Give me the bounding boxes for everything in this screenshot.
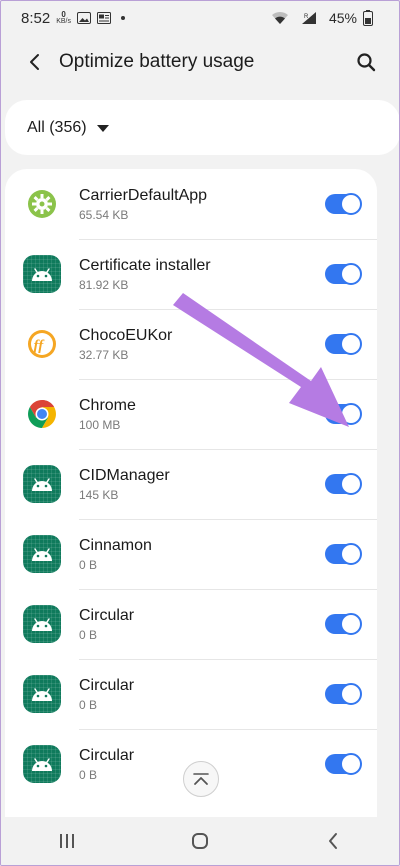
android-icon <box>23 535 61 573</box>
recent-apps-button[interactable] <box>37 821 97 861</box>
android-icon <box>23 465 61 503</box>
chrome-icon <box>23 395 61 433</box>
dropdown-caret-icon <box>96 125 109 132</box>
network-speed-unit: KB/s <box>56 18 71 25</box>
svg-text:R: R <box>304 14 309 20</box>
list-item[interactable]: Certificate installer 81.92 KB <box>5 239 377 309</box>
battery-percent: 45% <box>328 10 357 26</box>
battery-optimize-toggle[interactable] <box>325 613 362 635</box>
signal-icon: R <box>301 11 317 25</box>
list-item[interactable]: Circular 0 B <box>5 589 377 659</box>
chevron-up-icon <box>193 773 209 785</box>
battery-optimize-toggle[interactable] <box>325 473 362 495</box>
page-title: Optimize battery usage <box>59 51 255 72</box>
back-nav-icon <box>328 833 337 849</box>
network-speed-value: 0 <box>61 10 66 19</box>
app-size: 0 B <box>79 697 98 712</box>
battery-icon <box>363 10 373 26</box>
app-name: Circular <box>79 606 135 624</box>
home-icon <box>191 833 208 849</box>
app-text: CarrierDefaultApp 65.54 KB <box>79 186 325 223</box>
back-button[interactable] <box>19 47 49 77</box>
list-item[interactable]: Cinnamon 0 B <box>5 519 377 589</box>
back-arrow-icon <box>30 54 39 70</box>
android-icon <box>23 255 61 293</box>
android-icon <box>23 605 61 643</box>
app-text: Circular 0 B <box>79 606 325 643</box>
wifi-icon <box>271 11 289 25</box>
battery-optimize-toggle[interactable] <box>325 753 362 775</box>
app-text: Certificate installer 81.92 KB <box>79 256 325 293</box>
app-text: ChocoEUKor 32.77 KB <box>79 326 325 363</box>
filter-dropdown[interactable]: All (356) <box>5 100 399 155</box>
battery-optimize-toggle[interactable] <box>325 683 362 705</box>
app-name: Circular <box>79 676 135 694</box>
app-name: Chrome <box>79 396 136 414</box>
gallery-icon <box>77 12 91 24</box>
choco-font-icon: ff <box>23 325 61 363</box>
battery-optimize-toggle[interactable] <box>325 193 362 215</box>
app-size: 145 KB <box>79 487 119 502</box>
status-right: R 45% <box>271 10 379 26</box>
status-time: 8:52 <box>21 9 51 27</box>
app-list: CarrierDefaultApp 65.54 KB Certificate i… <box>5 169 377 819</box>
search-button[interactable] <box>351 47 381 77</box>
list-item[interactable]: CIDManager 145 KB <box>5 449 377 519</box>
notification-dot-icon <box>121 16 125 20</box>
app-size: 65.54 KB <box>79 207 129 222</box>
news-icon <box>97 12 111 24</box>
app-name: CarrierDefaultApp <box>79 186 208 204</box>
battery-optimize-toggle[interactable] <box>325 333 362 355</box>
navigation-bar <box>1 817 399 865</box>
app-size: 32.77 KB <box>79 347 129 362</box>
app-size: 81.92 KB <box>79 277 129 292</box>
app-bar: Optimize battery usage <box>1 35 399 89</box>
list-item[interactable]: Circular 0 B <box>5 659 377 729</box>
android-icon <box>23 745 61 783</box>
network-speed: 0 KB/s <box>56 10 71 26</box>
recent-apps-icon <box>60 834 75 848</box>
list-item[interactable]: CarrierDefaultApp 65.54 KB <box>5 169 377 239</box>
app-text: Cinnamon 0 B <box>79 536 325 573</box>
app-size: 0 B <box>79 627 98 642</box>
app-text: Chrome 100 MB <box>79 396 325 433</box>
list-item[interactable]: Chrome 100 MB <box>5 379 377 449</box>
android-icon <box>23 675 61 713</box>
filter-selected-value: All (356) <box>27 118 87 136</box>
carrier-gear-icon <box>23 185 61 223</box>
app-name: ChocoEUKor <box>79 326 173 344</box>
scroll-to-top-button[interactable] <box>183 761 219 797</box>
app-text: Circular 0 B <box>79 676 325 713</box>
app-text: CIDManager 145 KB <box>79 466 325 503</box>
battery-optimize-toggle[interactable] <box>325 543 362 565</box>
app-size: 0 B <box>79 557 98 572</box>
home-button[interactable] <box>170 821 230 861</box>
app-size: 100 MB <box>79 417 121 432</box>
app-name: Certificate installer <box>79 256 211 274</box>
app-name: CIDManager <box>79 466 170 484</box>
list-item[interactable]: ff ChocoEUKor 32.77 KB <box>5 309 377 379</box>
status-bar: 8:52 0 KB/s R 45% <box>1 1 399 35</box>
battery-optimize-toggle[interactable] <box>325 403 362 425</box>
app-name: Cinnamon <box>79 536 152 554</box>
back-nav-button[interactable] <box>303 821 363 861</box>
phone-screen: 8:52 0 KB/s R 45% Optimize battery usage… <box>0 0 400 866</box>
battery-optimize-toggle[interactable] <box>325 263 362 285</box>
search-icon <box>357 53 376 72</box>
